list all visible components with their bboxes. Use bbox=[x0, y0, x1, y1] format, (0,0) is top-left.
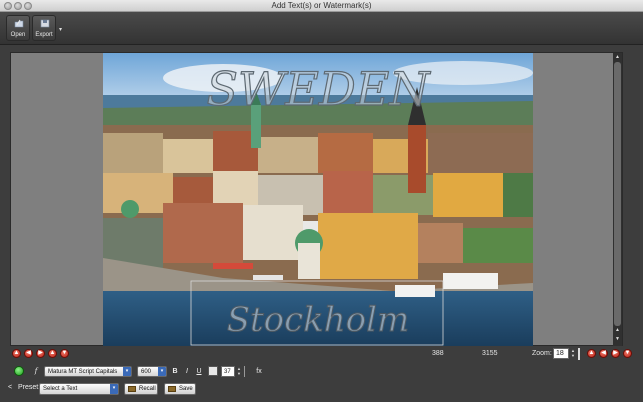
font-style-icon[interactable]: f bbox=[32, 366, 40, 377]
up-arrow-icon: ▲ bbox=[13, 350, 20, 356]
preset-label: Preset: bbox=[18, 384, 41, 391]
export-button[interactable]: Export ▾ bbox=[32, 15, 62, 41]
recall-button[interactable]: Recall bbox=[124, 383, 158, 395]
zoom-right-icon: ▶ bbox=[613, 350, 618, 356]
font-select-value: Matura MT Script Capitals bbox=[48, 369, 118, 375]
underline-button[interactable]: U bbox=[194, 366, 204, 377]
window-title: Add Text(s) or Watermark(s) bbox=[271, 1, 372, 10]
save-label: Save bbox=[179, 386, 193, 392]
status-row: ▲ ◀ ▶ ▲ ▼ 388 3155 Zoom: 18 ▲ ▼ ▲ ◀ ▶ ▼ bbox=[0, 346, 643, 362]
opacity-stepper[interactable]: ▲ ▼ bbox=[236, 366, 242, 377]
text-format-row: f Matura MT Script Capitals ▾ 600 ▾ B I … bbox=[0, 364, 643, 378]
zoom-label: Zoom: bbox=[532, 350, 552, 357]
format-divider bbox=[244, 366, 245, 377]
preset-dropdown-icon: ▾ bbox=[110, 384, 118, 394]
add-text-button[interactable] bbox=[14, 366, 24, 376]
move-top-button[interactable]: ▲ bbox=[48, 349, 57, 358]
zoom-field[interactable]: 18 bbox=[553, 348, 569, 359]
open-folder-icon bbox=[14, 19, 24, 28]
zoom-in-icon: ▲ bbox=[588, 350, 595, 356]
vertical-scrollbar[interactable]: ▲ ▲ ▼ bbox=[613, 53, 622, 346]
export-label: Export bbox=[35, 32, 53, 38]
zoom-action-3-button[interactable]: ▶ bbox=[611, 349, 620, 358]
zoom-action-4-button[interactable]: ▼ bbox=[623, 349, 632, 358]
watermark-bottom-text[interactable]: Stockholm bbox=[226, 300, 410, 341]
photo-preview[interactable]: SWEDEN Stockholm bbox=[103, 53, 533, 346]
zoom-action-2-button[interactable]: ◀ bbox=[599, 349, 608, 358]
down-arrow-icon: ▼ bbox=[61, 350, 68, 356]
font-size-select[interactable]: 600 ▾ bbox=[137, 366, 167, 377]
scroll-up-icon[interactable]: ▲ bbox=[614, 54, 621, 61]
export-dropdown-icon[interactable]: ▾ bbox=[59, 26, 62, 33]
zoom-stepper[interactable]: ▲ ▼ bbox=[570, 348, 576, 359]
zoom-left-icon: ◀ bbox=[601, 350, 606, 356]
top-arrow-icon: ▲ bbox=[49, 350, 56, 356]
watermark-top-text[interactable]: SWEDEN bbox=[206, 61, 432, 116]
zoom-out-icon: ▼ bbox=[624, 350, 631, 356]
preset-select-value: Select a Text bbox=[43, 386, 78, 392]
save-icon bbox=[168, 386, 176, 392]
left-arrow-icon: ◀ bbox=[26, 350, 31, 356]
title-bar: Add Text(s) or Watermark(s) bbox=[0, 0, 643, 12]
preset-row: < Preset: Select a Text ▾ Recall Save bbox=[0, 382, 643, 396]
bold-button[interactable]: B bbox=[170, 366, 180, 377]
font-select[interactable]: Matura MT Script Capitals ▾ bbox=[44, 366, 132, 377]
recall-label: Recall bbox=[139, 386, 156, 392]
right-arrow-icon: ▶ bbox=[38, 350, 43, 356]
move-up-button[interactable]: ▲ bbox=[12, 349, 21, 358]
zoom-action-1-button[interactable]: ▲ bbox=[587, 349, 596, 358]
move-right-button[interactable]: ▶ bbox=[36, 349, 45, 358]
image-canvas[interactable]: SWEDEN Stockholm ▲ ▲ ▼ bbox=[10, 52, 623, 346]
coord-x: 388 bbox=[432, 350, 444, 357]
toolbar: Open Export ▾ bbox=[0, 12, 643, 45]
font-dropdown-icon: ▾ bbox=[123, 367, 131, 376]
open-button[interactable]: Open bbox=[6, 15, 30, 41]
recall-icon bbox=[128, 386, 136, 392]
scroll-down-arrow-icon[interactable]: ▼ bbox=[614, 336, 621, 343]
scroll-down-icon[interactable]: ▲ bbox=[614, 327, 621, 334]
scroll-thumb[interactable] bbox=[614, 62, 621, 326]
text-color-swatch[interactable] bbox=[208, 366, 218, 376]
export-disk-icon bbox=[40, 19, 50, 28]
font-size-value: 600 bbox=[141, 369, 152, 375]
zoom-divider bbox=[578, 348, 580, 360]
effects-button[interactable]: fx bbox=[253, 366, 265, 377]
save-preset-button[interactable]: Save bbox=[164, 383, 196, 395]
preset-select[interactable]: Select a Text ▾ bbox=[39, 383, 119, 395]
italic-button[interactable]: I bbox=[182, 366, 192, 377]
font-size-dropdown-icon: ▾ bbox=[158, 367, 166, 376]
move-down-button[interactable]: ▼ bbox=[60, 349, 69, 358]
coord-y: 3155 bbox=[482, 350, 498, 357]
opacity-field[interactable]: 37 bbox=[221, 366, 235, 377]
move-left-button[interactable]: ◀ bbox=[24, 349, 33, 358]
open-label: Open bbox=[10, 32, 26, 38]
stockholm-photo: SWEDEN Stockholm bbox=[103, 53, 533, 346]
collapse-arrow-icon[interactable]: < bbox=[8, 384, 12, 391]
main-window: Add Text(s) or Watermark(s) Open Export … bbox=[0, 0, 643, 402]
